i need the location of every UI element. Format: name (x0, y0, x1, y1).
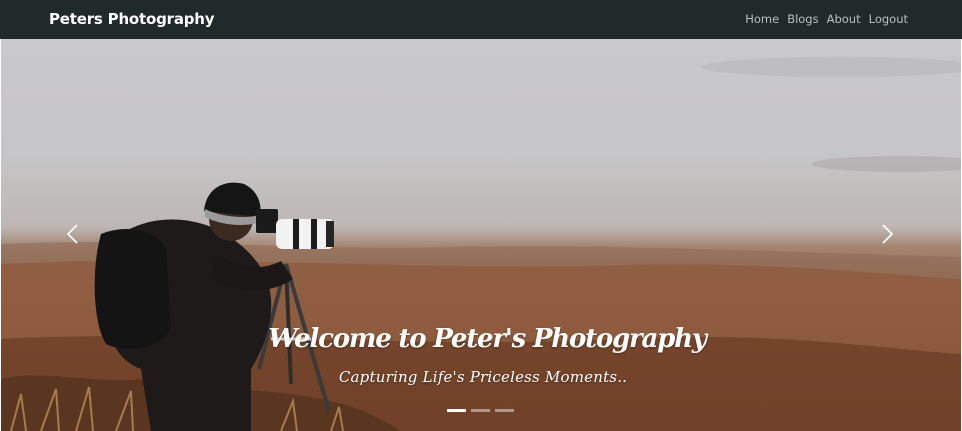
nav-link-blogs[interactable]: Blogs (787, 12, 818, 27)
carousel-caption-title: Welcome to Peter's Photography (268, 324, 707, 354)
brand-logo[interactable]: Peters Photography (49, 9, 215, 29)
chevron-left-icon (66, 224, 78, 244)
nav-links: Home Blogs About Logout (745, 12, 908, 27)
carousel-indicator-1[interactable] (447, 409, 466, 412)
carousel-indicators (447, 409, 514, 412)
carousel-prev-button[interactable] (58, 219, 88, 249)
carousel-indicator-3[interactable] (495, 409, 514, 412)
carousel-next-button[interactable] (872, 219, 902, 249)
nav-link-about[interactable]: About (827, 12, 861, 27)
carousel-caption-subtitle: Capturing Life's Priceless Moments.. (338, 368, 628, 386)
nav-link-logout[interactable]: Logout (869, 12, 908, 27)
chevron-right-icon (882, 224, 894, 244)
navbar: Peters Photography Home Blogs About Logo… (0, 0, 962, 39)
hero-carousel: Welcome to Peter's Photography Capturing… (1, 39, 961, 431)
carousel-indicator-2[interactable] (471, 409, 490, 412)
nav-link-home[interactable]: Home (745, 12, 779, 27)
